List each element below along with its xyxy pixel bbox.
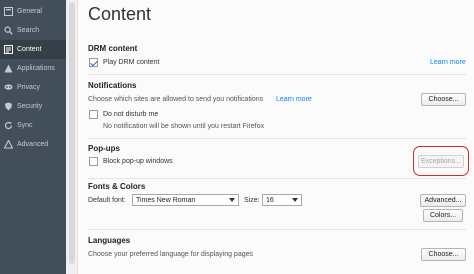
sidebar-item-label: Applications xyxy=(17,65,55,72)
divider xyxy=(88,229,466,230)
sidebar-item-sync[interactable]: Sync xyxy=(0,116,66,135)
popups-heading: Pop-ups xyxy=(88,144,120,153)
default-font-label: Default font: xyxy=(88,197,126,204)
shield-icon xyxy=(3,102,13,112)
default-font-select[interactable]: Times New Roman xyxy=(132,194,239,206)
do-not-disturb-checkbox[interactable] xyxy=(89,110,98,119)
sidebar-item-label: Advanced xyxy=(17,141,49,148)
sidebar-item-label: Content xyxy=(17,46,42,53)
sidebar-item-content[interactable]: Content xyxy=(0,40,66,59)
general-icon xyxy=(3,7,13,17)
languages-heading: Languages xyxy=(88,236,131,245)
divider xyxy=(88,178,466,179)
languages-choose-button[interactable]: Choose... xyxy=(421,248,466,261)
sidebar-item-label: Privacy xyxy=(17,84,40,91)
sidebar-item-label: Search xyxy=(17,27,40,34)
fonts-colors-heading: Fonts & Colors xyxy=(88,182,146,191)
chevron-down-icon xyxy=(229,198,235,202)
notifications-choose-button[interactable]: Choose... xyxy=(421,93,466,106)
notifications-learn-more-link[interactable]: Learn more xyxy=(276,96,312,103)
sidebar-item-security[interactable]: Security xyxy=(0,97,66,116)
page-title: Content xyxy=(88,4,152,24)
advanced-icon xyxy=(3,140,13,150)
drm-heading: DRM content xyxy=(88,44,138,53)
chevron-down-icon xyxy=(292,198,298,202)
notifications-description: Choose which sites are allowed to send y… xyxy=(88,96,264,103)
do-not-disturb-label: Do not disturb me xyxy=(103,111,159,118)
fonts-advanced-button[interactable]: Advanced... xyxy=(420,194,466,207)
drm-checkbox-label: Play DRM content xyxy=(103,59,160,66)
sidebar: General Search Content Applications Priv… xyxy=(0,0,66,274)
sidebar-item-applications[interactable]: Applications xyxy=(0,59,66,78)
sidebar-item-label: General xyxy=(17,8,42,15)
drm-learn-more-link[interactable]: Learn more xyxy=(430,59,466,66)
scrollbar[interactable] xyxy=(66,0,78,274)
sidebar-item-search[interactable]: Search xyxy=(0,21,66,40)
colors-button[interactable]: Colors... xyxy=(423,209,463,222)
divider xyxy=(88,138,466,139)
applications-icon xyxy=(3,64,13,74)
languages-description: Choose your preferred language for displ… xyxy=(88,251,253,258)
size-label: Size: xyxy=(244,197,260,204)
sync-icon xyxy=(3,121,13,131)
font-size-select[interactable]: 16 xyxy=(262,194,302,206)
sidebar-item-privacy[interactable]: Privacy xyxy=(0,78,66,97)
sidebar-item-advanced[interactable]: Advanced xyxy=(0,135,66,154)
highlight-annotation xyxy=(413,146,469,176)
sidebar-item-label: Security xyxy=(17,103,43,110)
privacy-icon xyxy=(3,83,13,93)
content-icon xyxy=(3,45,13,55)
scrollbar-thumb[interactable] xyxy=(69,2,75,264)
sidebar-item-label: Sync xyxy=(17,122,33,129)
font-size-value: 16 xyxy=(266,196,274,204)
default-font-value: Times New Roman xyxy=(136,196,196,204)
divider xyxy=(88,74,466,75)
do-not-disturb-note: No notification will be shown until you … xyxy=(103,123,265,130)
notifications-heading: Notifications xyxy=(88,81,137,90)
sidebar-item-general[interactable]: General xyxy=(0,2,66,21)
block-popups-label: Block pop-up windows xyxy=(103,158,173,165)
block-popups-checkbox[interactable] xyxy=(89,157,98,166)
search-icon xyxy=(3,26,13,36)
drm-checkbox[interactable] xyxy=(89,58,98,67)
